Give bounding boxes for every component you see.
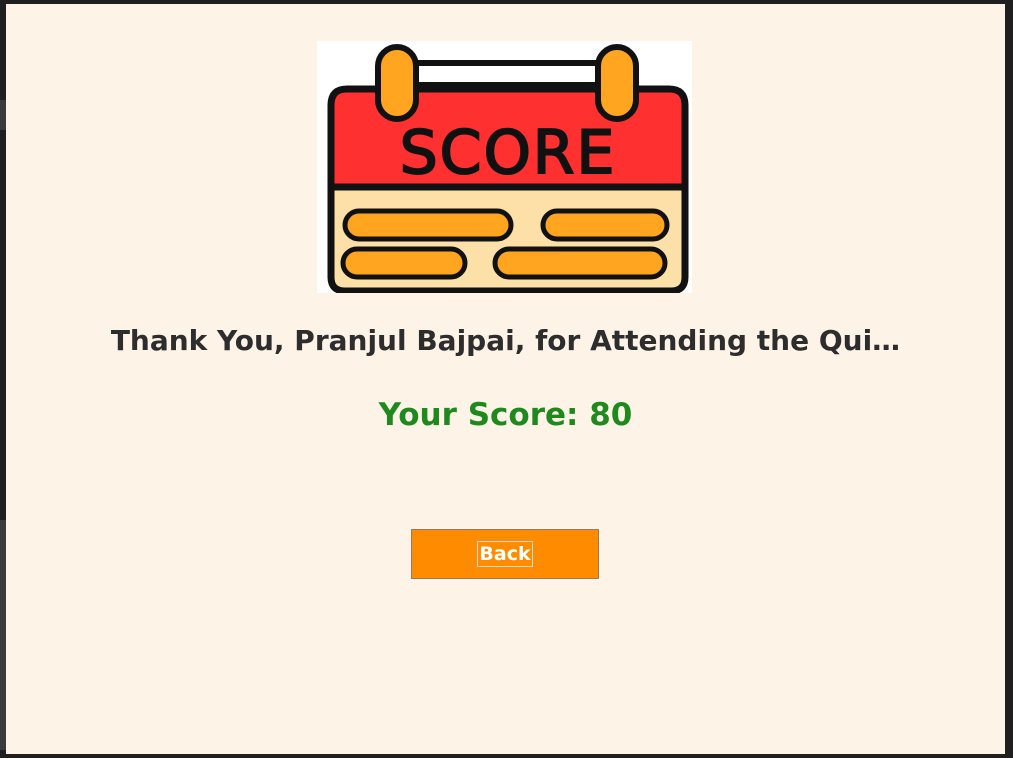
score-pill [492, 246, 668, 280]
score-pill [342, 208, 514, 242]
score-board-graphic: SCORE [327, 44, 689, 293]
thank-you-heading: Thank You, Pranjul Bajpai, for Attending… [110, 324, 901, 357]
board-score-text: SCORE [400, 118, 617, 188]
score-board-icon: SCORE [317, 41, 692, 293]
score-text: Your Score: 80 [378, 397, 633, 433]
score-pill [340, 246, 468, 280]
right-ring [595, 44, 639, 122]
board-hanger [394, 60, 615, 88]
quiz-result-window: SCORE Thank You, Pranjul Bajpai, for Att… [6, 4, 1005, 754]
back-button[interactable]: Back [411, 529, 599, 579]
score-pill [540, 208, 670, 242]
back-button-label: Back [477, 541, 533, 567]
left-ring [375, 44, 419, 122]
